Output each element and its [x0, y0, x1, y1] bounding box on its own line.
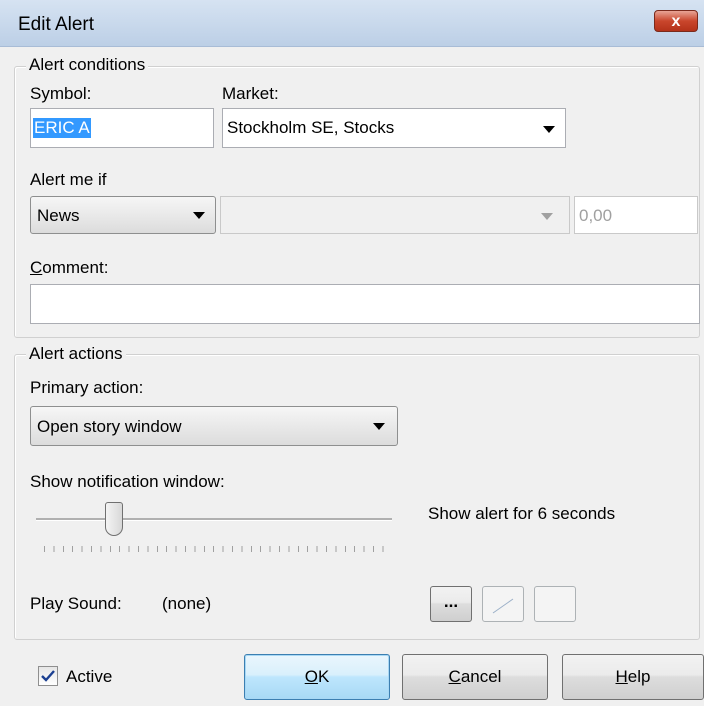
primary-action-dropdown-value: Open story window [37, 417, 182, 436]
chevron-down-icon [541, 213, 553, 220]
slider-ticks [44, 546, 390, 552]
symbol-input-value: ERIC A [33, 118, 91, 138]
browse-sound-button[interactable]: ... [430, 586, 472, 622]
symbol-label: Symbol: [30, 84, 92, 103]
comment-label: Comment: [30, 258, 109, 277]
chevron-down-icon [193, 212, 205, 219]
alert-me-if-label: Alert me if [30, 170, 107, 189]
ok-button[interactable]: OK [244, 654, 390, 700]
title-bar: Edit Alert x [0, 0, 704, 47]
notification-duration-slider[interactable] [30, 500, 400, 560]
threshold-input-value: 0,00 [579, 206, 613, 225]
check-icon [41, 670, 55, 682]
threshold-input[interactable]: 0,00 [574, 196, 698, 234]
play-sound-value: (none) [162, 594, 212, 613]
cancel-button[interactable]: Cancel [402, 654, 548, 700]
close-button[interactable]: x [654, 10, 698, 32]
show-notification-label: Show notification window: [30, 472, 225, 491]
slider-track [36, 518, 392, 521]
stop-sound-button[interactable] [534, 586, 576, 622]
window-title: Edit Alert [18, 14, 95, 35]
alert-conditions-label: Alert conditions [26, 55, 149, 75]
condition-dropdown[interactable]: News [30, 196, 216, 234]
close-icon: x [671, 13, 681, 30]
symbol-input[interactable]: ERIC A [30, 108, 214, 148]
operator-dropdown[interactable] [220, 196, 570, 234]
market-dropdown[interactable]: Stockholm SE, Stocks [222, 108, 566, 148]
market-dropdown-value: Stockholm SE, Stocks [227, 118, 395, 137]
slider-caption: Show alert for 6 seconds [428, 504, 616, 523]
condition-dropdown-value: News [37, 206, 80, 225]
help-button[interactable]: Help [562, 654, 704, 700]
chevron-down-icon [373, 423, 385, 430]
primary-action-dropdown[interactable]: Open story window [30, 406, 398, 446]
alert-actions-label: Alert actions [26, 344, 126, 364]
play-sound-label: Play Sound: [30, 594, 122, 613]
play-icon [492, 598, 514, 614]
primary-action-label: Primary action: [30, 378, 144, 397]
market-label: Market: [222, 84, 279, 103]
slider-thumb[interactable] [105, 502, 124, 536]
active-checkbox[interactable] [38, 666, 58, 686]
active-label: Active [66, 667, 113, 686]
comment-input[interactable] [30, 284, 700, 324]
play-sound-button[interactable] [482, 586, 524, 622]
chevron-down-icon [543, 126, 555, 133]
